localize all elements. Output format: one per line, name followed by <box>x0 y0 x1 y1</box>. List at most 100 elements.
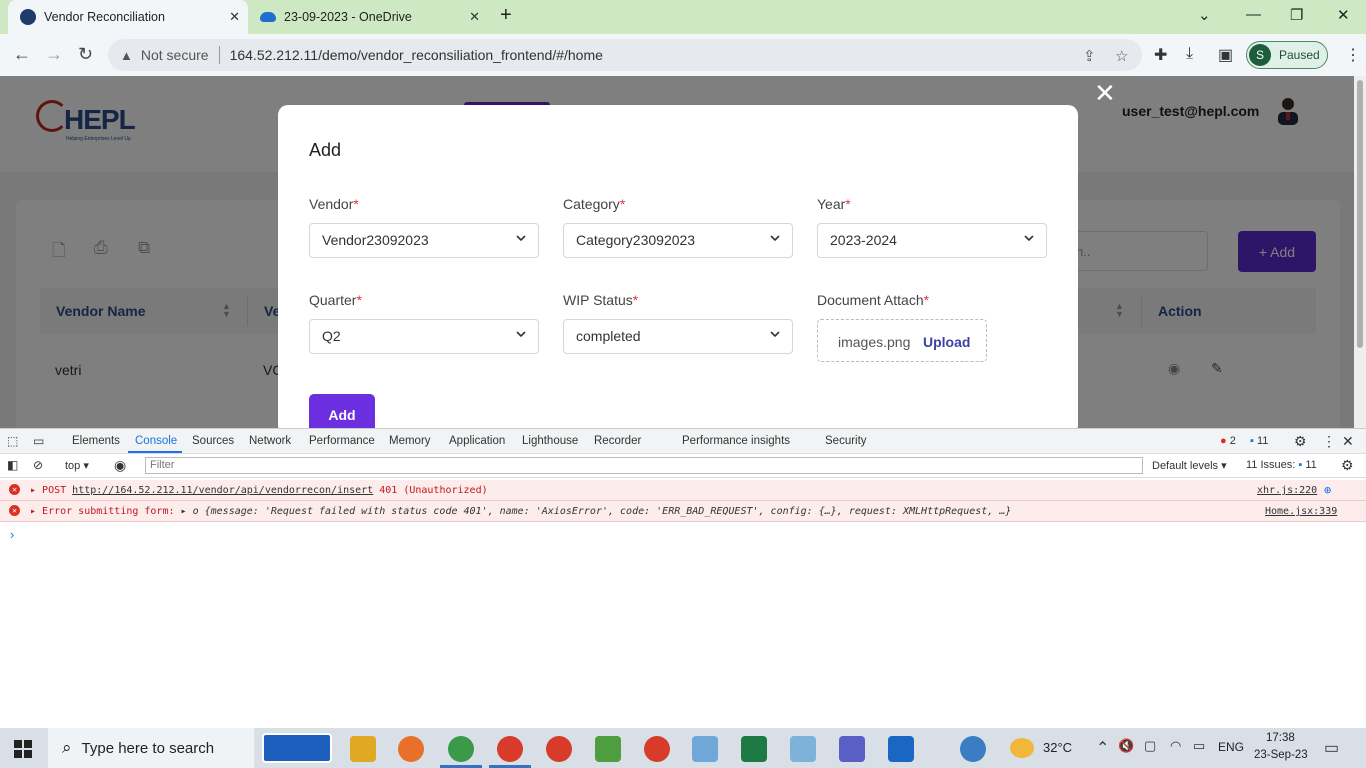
inspect-element-icon[interactable]: ⬚ <box>7 434 18 448</box>
close-tab-icon[interactable]: ✕ <box>229 9 240 25</box>
notifications-icon[interactable]: ▭ <box>1324 738 1339 758</box>
console-toolbar: ◧ ⊘ top ▾ ◉ Filter Default levels ▾ 11 I… <box>0 454 1366 478</box>
side-panel-icon[interactable]: ▣ <box>1218 45 1233 65</box>
volume-mute-icon[interactable]: 🔇 <box>1118 738 1134 754</box>
excel-icon[interactable] <box>741 736 767 762</box>
category-select[interactable]: Category23092023 <box>563 223 793 258</box>
taskbar-search[interactable]: ⌕ Type here to search <box>48 728 254 768</box>
minimize-button[interactable]: — <box>1246 6 1261 23</box>
profile-button[interactable]: S Paused <box>1246 41 1328 69</box>
clear-console-icon[interactable]: ⊘ <box>33 458 43 472</box>
teams-icon[interactable] <box>839 736 865 762</box>
quarter-select[interactable]: Q2 <box>309 319 539 354</box>
submit-add-button[interactable]: Add <box>309 394 375 428</box>
close-window-button[interactable]: ✕ <box>1337 6 1350 24</box>
search-icon: ⌕ <box>62 738 72 757</box>
wifi-icon[interactable]: ◠ <box>1170 738 1181 754</box>
weather-temperature[interactable]: 32°C <box>1043 740 1072 755</box>
tab-lighthouse[interactable]: Lighthouse <box>522 435 578 447</box>
firefox-icon[interactable] <box>398 736 424 762</box>
vendor-select[interactable]: Vendor23092023 <box>309 223 539 258</box>
upload-link[interactable]: Upload <box>923 334 970 350</box>
source-link[interactable]: xhr.js:220 <box>1257 485 1317 496</box>
download-icon[interactable]: ⤓ <box>1186 45 1193 63</box>
error-counter[interactable]: ● 2 <box>1220 435 1236 447</box>
tab-memory[interactable]: Memory <box>389 435 431 447</box>
windows-start-icon[interactable] <box>14 740 32 758</box>
console-filter-input[interactable]: Filter <box>145 457 1143 474</box>
paint-icon[interactable] <box>692 736 718 762</box>
message-counter[interactable]: ▪ 11 <box>1250 435 1268 447</box>
clock-date[interactable]: 23-Sep-23 <box>1254 749 1308 761</box>
hepl-taskbar-logo[interactable] <box>262 733 332 763</box>
source-link[interactable]: Home.jsx:339 <box>1265 506 1337 517</box>
tab-elements[interactable]: Elements <box>72 435 120 447</box>
camera-icon[interactable]: ▢ <box>1144 738 1156 754</box>
menu-kebab-icon[interactable]: ⋮ <box>1345 45 1361 65</box>
tab-performance[interactable]: Performance <box>309 435 375 447</box>
console-settings-gear-icon[interactable]: ⚙ <box>1341 457 1354 474</box>
close-tab-icon[interactable]: ✕ <box>469 9 480 25</box>
chrome-profile-icon[interactable] <box>448 736 474 762</box>
tab-sources[interactable]: Sources <box>192 435 234 447</box>
close-modal-icon[interactable]: ✕ <box>1094 78 1116 109</box>
url-text[interactable]: 164.52.212.11/demo/vendor_reconsiliation… <box>230 47 603 63</box>
notes-icon[interactable] <box>790 736 816 762</box>
device-toolbar-icon[interactable]: ▭ <box>33 434 44 448</box>
tab-console[interactable]: Console <box>135 435 177 447</box>
weather-icon[interactable] <box>1010 738 1034 758</box>
document-dropzone[interactable]: images.png Upload <box>817 319 987 362</box>
help-icon[interactable] <box>960 736 986 762</box>
tray-chevron-up-icon[interactable]: ⌃ <box>1096 738 1109 758</box>
context-selector[interactable]: top ▾ <box>65 459 89 472</box>
clock-time[interactable]: 17:38 <box>1266 732 1295 744</box>
more-options-icon[interactable]: ⋮ <box>1322 433 1336 450</box>
tab-vendor-reconciliation[interactable]: Vendor Reconciliation ✕ <box>8 0 248 34</box>
settings-gear-icon[interactable]: ⚙ <box>1294 433 1307 450</box>
chart-app-icon[interactable] <box>595 736 621 762</box>
restore-button[interactable]: ❐ <box>1290 6 1303 24</box>
tab-application[interactable]: Application <box>449 435 505 447</box>
chrome-icon[interactable] <box>644 736 670 762</box>
network-request-icon[interactable]: ⊕ <box>1324 483 1331 497</box>
error-icon: ✕ <box>9 484 20 495</box>
extensions-puzzle-icon[interactable]: ✚ <box>1154 45 1167 65</box>
new-tab-button[interactable]: + <box>500 4 512 27</box>
tab-network[interactable]: Network <box>249 435 291 447</box>
language-indicator[interactable]: ENG <box>1218 740 1244 754</box>
file-explorer-icon[interactable] <box>350 736 376 762</box>
year-select[interactable]: 2023-2024 <box>817 223 1047 258</box>
bookmark-star-icon[interactable]: ☆ <box>1115 47 1128 65</box>
wip-status-select[interactable]: completed <box>563 319 793 354</box>
warning-triangle-icon[interactable]: ▲ <box>120 48 133 63</box>
error-icon: ✕ <box>9 505 20 516</box>
address-bar[interactable]: ▲ Not secure 164.52.212.11/demo/vendor_r… <box>108 39 1142 71</box>
log-levels-dropdown[interactable]: Default levels ▾ <box>1152 459 1227 472</box>
tab-search-chevron-icon[interactable]: ⌄ <box>1198 6 1211 24</box>
console-prompt[interactable]: › <box>10 527 14 542</box>
chevron-down-icon <box>770 331 780 338</box>
tab-onedrive[interactable]: 23-09-2023 - OneDrive ✕ <box>248 0 488 34</box>
tab-performance-insights[interactable]: Performance insights <box>682 435 790 447</box>
close-devtools-icon[interactable]: ✕ <box>1342 433 1354 450</box>
scrollbar-thumb[interactable] <box>1357 80 1363 348</box>
outlook-icon[interactable] <box>888 736 914 762</box>
reload-icon[interactable]: ↻ <box>78 44 93 65</box>
profile-avatar: S <box>1249 44 1271 66</box>
security-status[interactable]: Not secure <box>141 47 209 63</box>
chrome-icon[interactable] <box>497 736 523 762</box>
issues-counter[interactable]: 11 Issues: ▪ 11 <box>1246 459 1317 471</box>
sidebar-toggle-icon[interactable]: ◧ <box>7 458 18 472</box>
tab-recorder[interactable]: Recorder <box>594 435 641 447</box>
page-scrollbar[interactable] <box>1354 76 1366 428</box>
forward-arrow-icon[interactable]: → <box>45 44 63 65</box>
battery-icon[interactable]: ▭ <box>1193 738 1205 754</box>
chrome-icon[interactable] <box>546 736 572 762</box>
error-icon: ● <box>1220 435 1227 447</box>
console-error-row[interactable]: ✕ ▸ Error submitting form: ▸ o {message:… <box>0 501 1366 522</box>
back-arrow-icon[interactable]: ← <box>13 44 31 65</box>
console-error-row[interactable]: ✕ ▸ POST http://164.52.212.11/vendor/api… <box>0 480 1366 501</box>
tab-security[interactable]: Security <box>825 435 867 447</box>
live-expression-eye-icon[interactable]: ◉ <box>114 457 126 474</box>
share-icon[interactable]: ⇪ <box>1083 47 1096 65</box>
